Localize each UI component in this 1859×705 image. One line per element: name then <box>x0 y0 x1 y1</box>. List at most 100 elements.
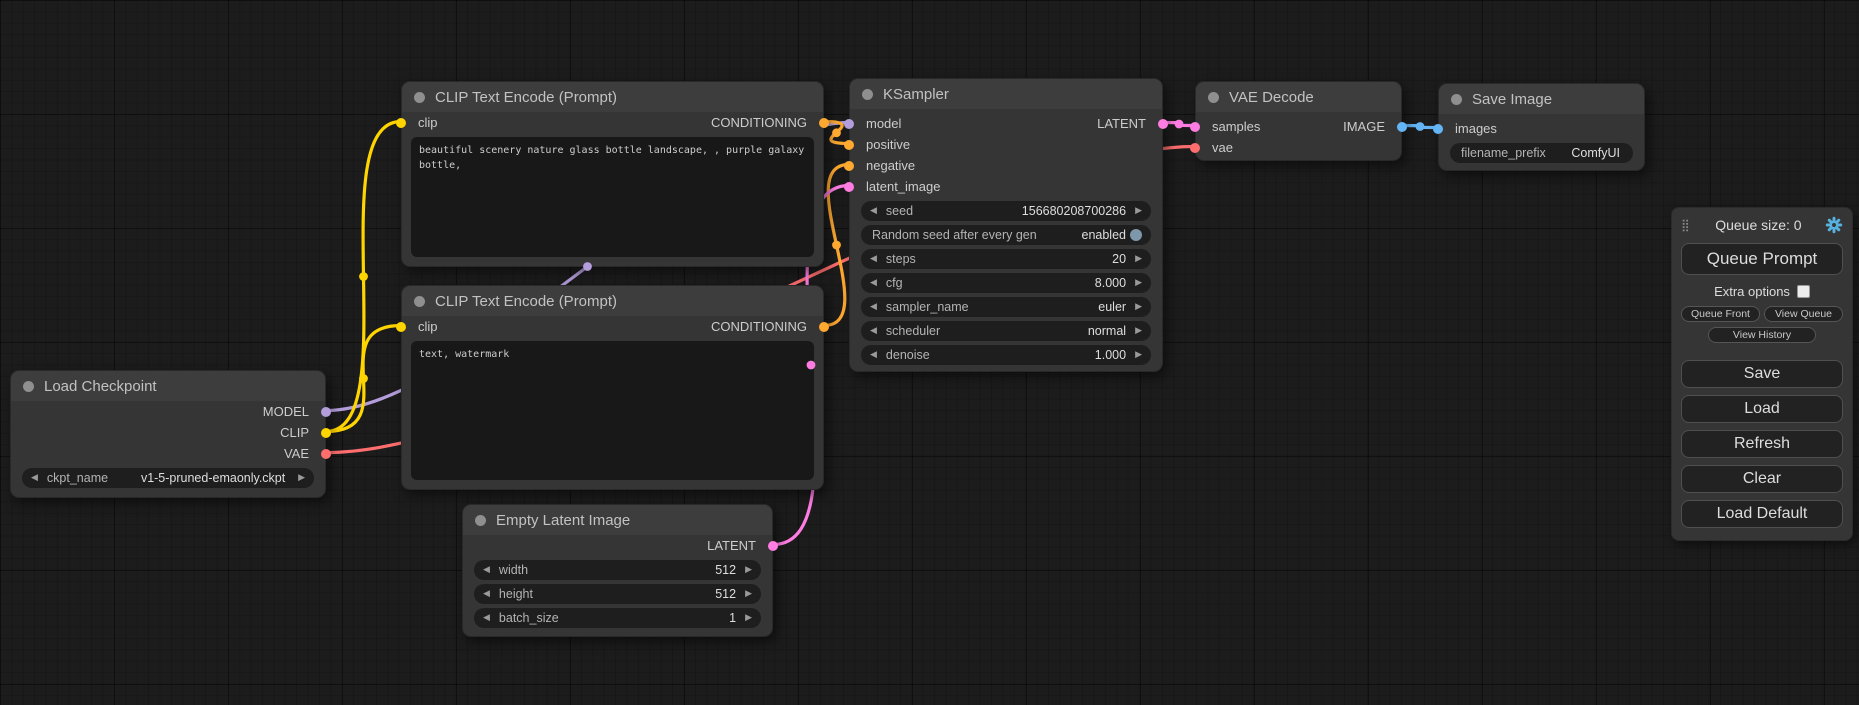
collapse-dot-icon[interactable] <box>1208 92 1219 103</box>
arrow-left-icon[interactable]: ◀ <box>483 614 490 623</box>
view-queue-button[interactable]: View Queue <box>1764 306 1843 322</box>
arrow-right-icon[interactable]: ▶ <box>1135 327 1142 336</box>
input-label-vae: vae <box>1212 140 1233 155</box>
node-title-bar[interactable]: CLIP Text Encode (Prompt) <box>402 82 823 112</box>
queue-prompt-button[interactable]: Queue Prompt <box>1681 243 1843 275</box>
arrow-left-icon[interactable]: ◀ <box>870 207 877 216</box>
output-slot-conditioning[interactable] <box>819 118 829 128</box>
slot-row: model LATENT <box>850 113 1162 134</box>
slot-row: positive <box>850 134 1162 155</box>
input-slot-clip[interactable] <box>396 322 406 332</box>
queue-front-button[interactable]: Queue Front <box>1681 306 1760 322</box>
arrow-left-icon[interactable]: ◀ <box>870 351 877 360</box>
output-slot-latent[interactable] <box>1158 119 1168 129</box>
arrow-right-icon[interactable]: ▶ <box>1135 255 1142 264</box>
arrow-left-icon[interactable]: ◀ <box>870 255 877 264</box>
extra-options-row: Extra options <box>1681 284 1843 299</box>
node-vae-decode: VAE Decode samples IMAGE vae <box>1195 81 1402 161</box>
output-slot-conditioning[interactable] <box>819 322 829 332</box>
input-slot-model[interactable] <box>844 119 854 129</box>
arrow-right-icon[interactable]: ▶ <box>1135 351 1142 360</box>
widget-denoise[interactable]: ◀ denoise 1.000 ▶ <box>861 345 1151 365</box>
view-history-row: View History <box>1681 327 1843 343</box>
widget-height[interactable]: ◀ height 512 ▶ <box>474 584 761 604</box>
collapse-dot-icon[interactable] <box>1451 94 1462 105</box>
arrow-left-icon[interactable]: ◀ <box>483 566 490 575</box>
prompt-textarea[interactable]: text, watermark <box>411 341 814 480</box>
arrow-left-icon[interactable]: ◀ <box>31 474 38 483</box>
refresh-button[interactable]: Refresh <box>1681 430 1843 458</box>
arrow-right-icon[interactable]: ▶ <box>1135 303 1142 312</box>
arrow-right-icon[interactable]: ▶ <box>1135 279 1142 288</box>
input-slot-clip[interactable] <box>396 118 406 128</box>
node-title: Load Checkpoint <box>44 378 157 395</box>
input-slot-vae[interactable] <box>1190 143 1200 153</box>
widget-seed[interactable]: ◀ seed 156680208700286 ▶ <box>861 201 1151 221</box>
node-title-bar[interactable]: VAE Decode <box>1196 82 1401 112</box>
collapse-dot-icon[interactable] <box>414 92 425 103</box>
slot-row: vae <box>1196 137 1401 158</box>
save-button[interactable]: Save <box>1681 360 1843 388</box>
widget-label: Random seed after every gen <box>872 228 1037 242</box>
widget-ckpt-name[interactable]: ◀ ckpt_name v1-5-pruned-emaonly.ckpt ▶ <box>22 468 314 488</box>
widget-width[interactable]: ◀ width 512 ▶ <box>474 560 761 580</box>
node-title-bar[interactable]: Empty Latent Image <box>463 505 772 535</box>
input-label-negative: negative <box>866 158 915 173</box>
output-label-image: IMAGE <box>1343 119 1385 134</box>
arrow-right-icon[interactable]: ▶ <box>745 614 752 623</box>
load-button[interactable]: Load <box>1681 395 1843 423</box>
output-label-conditioning: CONDITIONING <box>711 319 807 334</box>
widget-batch-size[interactable]: ◀ batch_size 1 ▶ <box>474 608 761 628</box>
view-history-button[interactable]: View History <box>1708 327 1816 343</box>
arrow-left-icon[interactable]: ◀ <box>483 590 490 599</box>
output-slot-image[interactable] <box>1397 122 1407 132</box>
input-label-latent-image: latent_image <box>866 179 940 194</box>
input-slot-latent-image[interactable] <box>844 182 854 192</box>
node-title-bar[interactable]: Load Checkpoint <box>11 371 325 401</box>
input-slot-positive[interactable] <box>844 140 854 150</box>
arrow-left-icon[interactable]: ◀ <box>870 279 877 288</box>
node-title-bar[interactable]: CLIP Text Encode (Prompt) <box>402 286 823 316</box>
drag-handle-icon[interactable]: ⣿ <box>1681 218 1690 232</box>
widget-value: enabled <box>1082 228 1127 242</box>
extra-options-checkbox[interactable] <box>1797 285 1810 298</box>
node-clip-text-encode-negative: CLIP Text Encode (Prompt) clip CONDITION… <box>401 285 824 490</box>
widget-random-seed-toggle[interactable]: Random seed after every gen enabled <box>861 225 1151 245</box>
arrow-left-icon[interactable]: ◀ <box>870 327 877 336</box>
widget-filename-prefix[interactable]: filename_prefix ComfyUI <box>1450 143 1633 163</box>
widget-steps[interactable]: ◀ steps 20 ▶ <box>861 249 1151 269</box>
output-slot-model[interactable] <box>321 407 331 417</box>
queue-size-label: Queue size: 0 <box>1692 217 1825 233</box>
node-save-image: Save Image images filename_prefix ComfyU… <box>1438 83 1645 171</box>
settings-gear-icon[interactable] <box>1825 216 1843 234</box>
arrow-right-icon[interactable]: ▶ <box>745 566 752 575</box>
widget-label: denoise <box>886 348 930 362</box>
input-slot-images[interactable] <box>1433 124 1443 134</box>
output-label-latent: LATENT <box>1097 116 1146 131</box>
widget-scheduler[interactable]: ◀ scheduler normal ▶ <box>861 321 1151 341</box>
input-slot-negative[interactable] <box>844 161 854 171</box>
collapse-dot-icon[interactable] <box>862 89 873 100</box>
widget-sampler-name[interactable]: ◀ sampler_name euler ▶ <box>861 297 1151 317</box>
seed-toggle-icon[interactable] <box>1130 229 1142 241</box>
load-default-button[interactable]: Load Default <box>1681 500 1843 528</box>
arrow-left-icon[interactable]: ◀ <box>870 303 877 312</box>
slot-row: negative <box>850 155 1162 176</box>
arrow-right-icon[interactable]: ▶ <box>298 474 305 483</box>
collapse-dot-icon[interactable] <box>414 296 425 307</box>
queue-buttons-row: Queue Front View Queue <box>1681 306 1843 322</box>
node-title-bar[interactable]: KSampler <box>850 79 1162 109</box>
prompt-textarea[interactable]: beautiful scenery nature glass bottle la… <box>411 137 814 257</box>
arrow-right-icon[interactable]: ▶ <box>745 590 752 599</box>
output-slot-vae[interactable] <box>321 449 331 459</box>
collapse-dot-icon[interactable] <box>23 381 34 392</box>
input-slot-samples[interactable] <box>1190 122 1200 132</box>
node-title: Save Image <box>1472 91 1552 108</box>
arrow-right-icon[interactable]: ▶ <box>1135 207 1142 216</box>
node-title-bar[interactable]: Save Image <box>1439 84 1644 114</box>
output-slot-clip[interactable] <box>321 428 331 438</box>
collapse-dot-icon[interactable] <box>475 515 486 526</box>
output-slot-latent[interactable] <box>768 541 778 551</box>
clear-button[interactable]: Clear <box>1681 465 1843 493</box>
widget-cfg[interactable]: ◀ cfg 8.000 ▶ <box>861 273 1151 293</box>
